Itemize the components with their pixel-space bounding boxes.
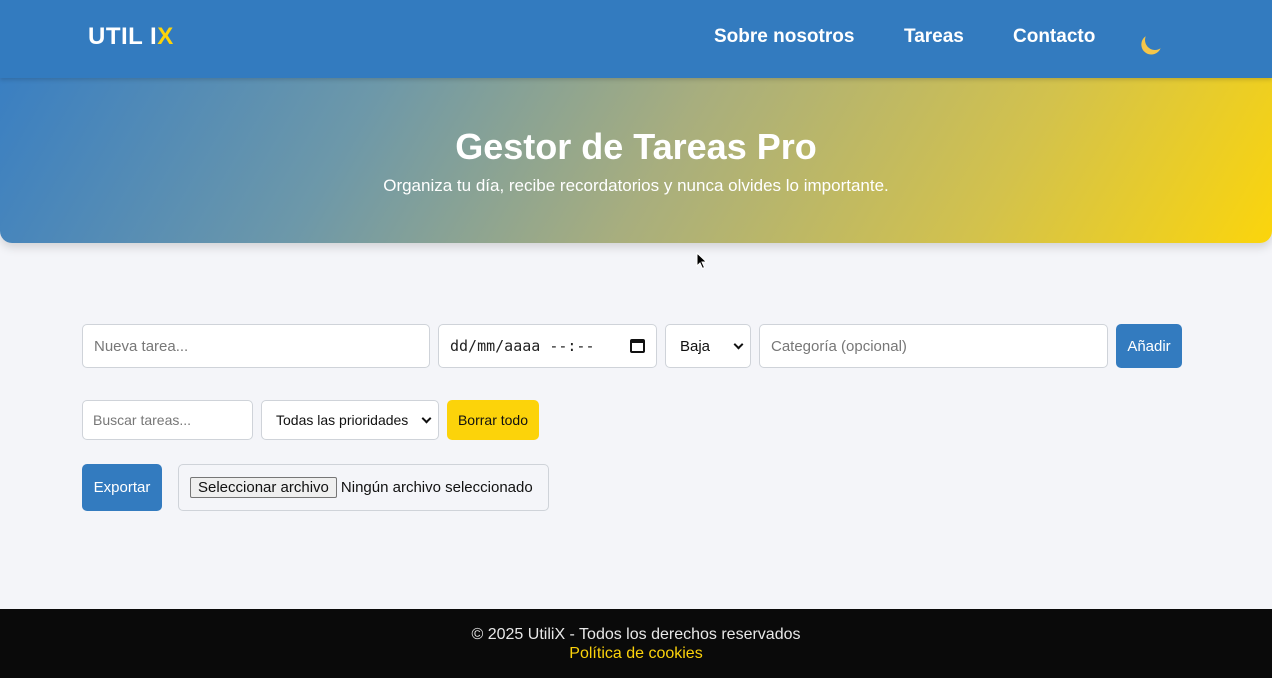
cookies-policy-link[interactable]: Política de cookies [0, 645, 1272, 663]
new-task-input[interactable] [82, 324, 430, 368]
hero-banner: Gestor de Tareas Pro Organiza tu día, re… [0, 78, 1272, 243]
page-title: Gestor de Tareas Pro [455, 126, 817, 167]
mouse-cursor-icon [696, 252, 708, 270]
footer-copyright: © 2025 UtiliX - Todos los derechos reser… [471, 626, 801, 643]
chevron-down-icon [733, 339, 744, 349]
due-date-placeholder: dd/mm/aaaa --:-- [450, 337, 595, 355]
footer: © 2025 UtiliX - Todos los derechos reser… [0, 609, 1272, 678]
file-status-text: Ningún archivo seleccionado [340, 479, 533, 496]
nav-link-about[interactable]: Sobre nosotros [714, 26, 854, 48]
nav-link-contact[interactable]: Contacto [1013, 26, 1095, 48]
priority-filter-select[interactable]: Todas las prioridades [261, 400, 439, 440]
calendar-icon[interactable] [630, 339, 645, 353]
due-date-input[interactable]: dd/mm/aaaa --:-- [438, 324, 657, 368]
moon-icon [1142, 27, 1168, 53]
file-import-box: Seleccionar archivo Ningún archivo selec… [178, 464, 549, 511]
nav-link-tasks[interactable]: Tareas [904, 26, 964, 48]
priority-filter-value: Todas las prioridades [276, 412, 409, 428]
nav-links: Sobre nosotros Tareas Contacto [0, 26, 1272, 50]
add-task-button[interactable]: Añadir [1116, 324, 1182, 368]
clear-all-button[interactable]: Borrar todo [447, 400, 539, 440]
theme-toggle-button[interactable] [1142, 27, 1168, 53]
chevron-down-icon [421, 413, 432, 423]
page-subtitle: Organiza tu día, recibe recordatorios y … [383, 176, 889, 195]
choose-file-button[interactable]: Seleccionar archivo [190, 477, 337, 498]
search-input[interactable] [82, 400, 253, 440]
export-button[interactable]: Exportar [82, 464, 162, 511]
category-input[interactable] [759, 324, 1108, 368]
priority-select[interactable]: Baja [665, 324, 751, 368]
navbar: UTIL IX Sobre nosotros Tareas Contacto [0, 0, 1272, 78]
priority-select-value: Baja [680, 337, 711, 355]
